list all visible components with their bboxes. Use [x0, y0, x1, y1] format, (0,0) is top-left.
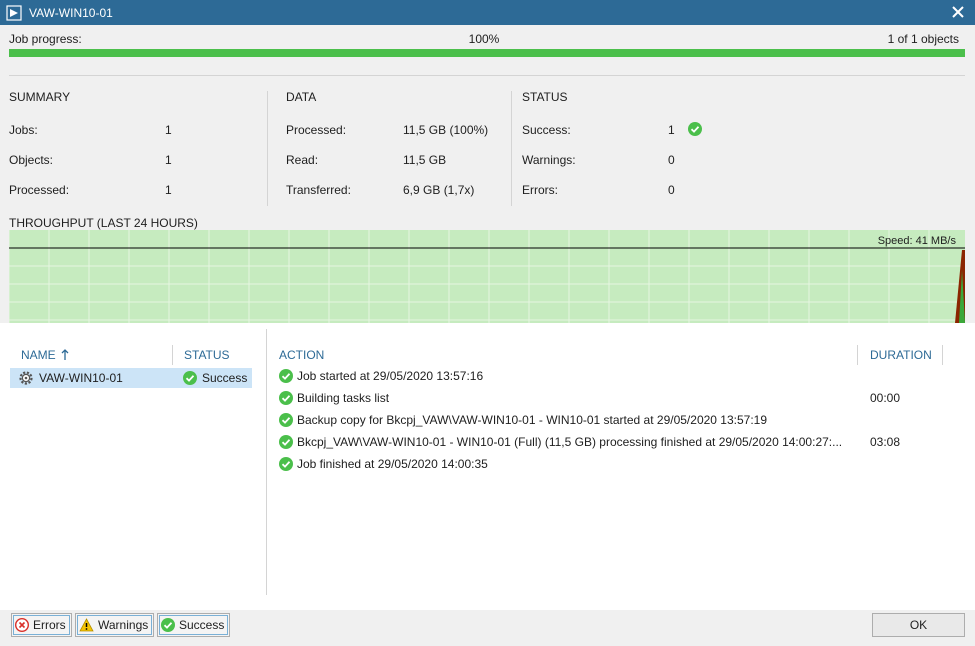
column-divider — [942, 345, 943, 365]
ok-button[interactable]: OK — [872, 613, 965, 637]
data-title: DATA — [286, 90, 317, 104]
details-panel: NAME STATUS VAW-WIN10-01 Success ACTION … — [0, 323, 975, 610]
name-column-header[interactable]: NAME — [21, 348, 69, 362]
log-row[interactable]: Bkcpj_VAW\VAW-WIN10-01 - WIN10-01 (Full)… — [279, 433, 959, 451]
data-transferred-label: Transferred: — [286, 183, 351, 197]
data-read-value: 11,5 GB — [403, 153, 447, 167]
success-check-icon — [688, 122, 702, 136]
throughput-title: THROUGHPUT (LAST 24 HOURS) — [9, 216, 198, 230]
pane-splitter[interactable] — [266, 329, 267, 595]
veeam-app-icon — [6, 4, 22, 21]
object-status: Success — [202, 371, 248, 385]
name-column-header-label: NAME — [21, 348, 56, 362]
throughput-chart: Speed: 41 MB/s — [9, 230, 965, 323]
status-column-header[interactable]: STATUS — [184, 348, 230, 362]
status-warnings-value: 0 — [668, 153, 675, 167]
divider — [9, 75, 965, 76]
throughput-chart-svg — [9, 230, 965, 323]
success-check-icon — [279, 435, 293, 449]
window-title: VAW-WIN10-01 — [29, 5, 113, 20]
summary-title: SUMMARY — [9, 90, 71, 104]
gear-icon — [19, 371, 33, 385]
status-warnings-label: Warnings: — [522, 153, 576, 167]
errors-filter-button[interactable]: Errors — [11, 613, 72, 637]
close-icon — [952, 6, 964, 18]
success-check-icon — [279, 391, 293, 405]
object-name: VAW-WIN10-01 — [39, 371, 123, 385]
log-duration: 03:08 — [870, 435, 901, 449]
log-row[interactable]: Building tasks list 00:00 — [279, 389, 959, 407]
job-progress-row: Job progress: 100% 1 of 1 objects — [9, 32, 959, 46]
job-progress-percent: 100% — [468, 32, 500, 46]
data-processed-value: 11,5 GB (100%) — [403, 123, 489, 137]
speed-label: Speed: 41 MB/s — [877, 235, 956, 247]
column-separator — [511, 91, 512, 206]
success-check-icon — [279, 369, 293, 383]
data-processed-label: Processed: — [286, 123, 347, 137]
column-divider — [857, 345, 858, 365]
job-progress-objects: 1 of 1 objects — [887, 32, 959, 46]
log-row[interactable]: Job finished at 29/05/2020 14:00:35 — [279, 455, 959, 473]
log-row[interactable]: Job started at 29/05/2020 13:57:16 — [279, 367, 959, 385]
summary-jobs-value: 1 — [165, 123, 172, 137]
success-check-icon — [183, 371, 197, 385]
summary-objects-label: Objects: — [9, 153, 54, 167]
log-row[interactable]: Backup copy for Bkcpj_VAW\VAW-WIN10-01 -… — [279, 411, 959, 429]
log-action: Job finished at 29/05/2020 14:00:35 — [297, 457, 488, 471]
warnings-filter-label: Warnings — [98, 618, 149, 632]
success-filter-button[interactable]: Success — [157, 613, 231, 637]
object-row[interactable]: VAW-WIN10-01 Success — [10, 368, 252, 388]
success-check-icon — [279, 457, 293, 471]
summary-processed-value: 1 — [165, 183, 172, 197]
log-action: Building tasks list — [297, 391, 390, 405]
errors-filter-label: Errors — [33, 618, 66, 632]
success-filter-label: Success — [179, 618, 225, 632]
duration-column-header[interactable]: DURATION — [870, 348, 932, 362]
job-progress-bar — [9, 49, 965, 57]
status-success-value: 1 — [668, 123, 675, 137]
title-bar: VAW-WIN10-01 — [0, 0, 975, 25]
summary-objects-value: 1 — [165, 153, 172, 167]
column-divider — [172, 345, 173, 365]
log-action: Bkcpj_VAW\VAW-WIN10-01 - WIN10-01 (Full)… — [297, 435, 843, 449]
data-transferred-value: 6,9 GB (1,7x) — [403, 183, 475, 197]
data-read-label: Read: — [286, 153, 319, 167]
summary-jobs-label: Jobs: — [9, 123, 38, 137]
error-icon — [15, 618, 29, 632]
close-button[interactable] — [949, 3, 967, 21]
log-duration: 00:00 — [870, 391, 901, 405]
status-errors-label: Errors: — [522, 183, 558, 197]
success-check-icon — [279, 413, 293, 427]
status-errors-value: 0 — [668, 183, 675, 197]
status-success-label: Success: — [522, 123, 571, 137]
success-check-icon — [161, 618, 175, 632]
warnings-filter-button[interactable]: Warnings — [75, 613, 155, 637]
warning-icon — [79, 618, 94, 632]
log-action: Backup copy for Bkcpj_VAW\VAW-WIN10-01 -… — [297, 413, 768, 427]
action-column-header[interactable]: ACTION — [279, 348, 324, 362]
sort-ascending-icon — [61, 349, 69, 360]
status-title: STATUS — [522, 90, 568, 104]
column-separator — [267, 91, 268, 206]
log-action: Job started at 29/05/2020 13:57:16 — [297, 369, 484, 383]
job-progress-fill — [9, 49, 965, 57]
summary-processed-label: Processed: — [9, 183, 70, 197]
